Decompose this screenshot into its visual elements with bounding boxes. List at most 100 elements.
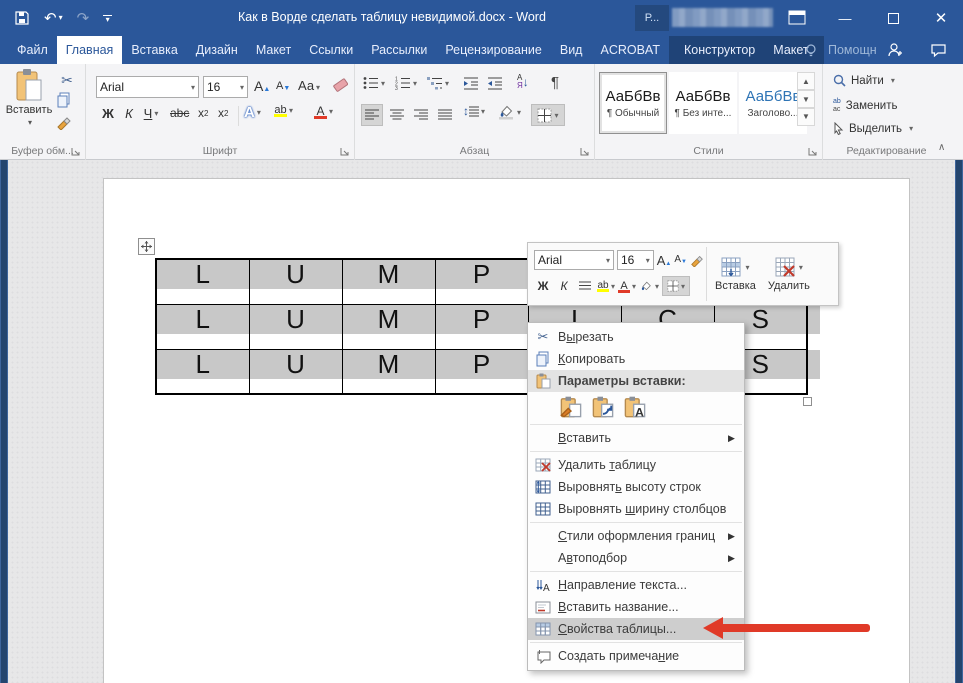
menu-item-удалить-таблицу[interactable]: Удалить таблицу [528, 454, 744, 476]
mini-highlight-button[interactable]: ab▾ [597, 276, 615, 296]
menu-item-вставить[interactable]: Вставить▶ [528, 427, 744, 449]
close-button[interactable]: ✕ [919, 0, 963, 36]
superscript-button[interactable]: x2 [218, 106, 228, 120]
customize-qat-button[interactable]: ▾ [103, 15, 112, 22]
borders-button[interactable]: ▾ [531, 104, 565, 126]
tab-рассылки[interactable]: Рассылки [362, 36, 436, 64]
tab-ссылки[interactable]: Ссылки [300, 36, 362, 64]
collapse-ribbon-icon[interactable]: ∧ [938, 142, 945, 153]
numbering-button[interactable]: 123▾ [395, 76, 417, 90]
font-color-button[interactable]: А▾ [314, 104, 333, 119]
shrink-font-button[interactable]: А▼ [276, 81, 290, 92]
sort-button[interactable]: АЯ↓ [517, 74, 529, 90]
tab-вставка[interactable]: Вставка [122, 36, 186, 64]
tab-главная[interactable]: Главная [57, 36, 123, 64]
justify-button[interactable] [434, 104, 456, 126]
paste-merge-formatting-icon[interactable] [590, 394, 616, 420]
comments-icon[interactable] [925, 36, 951, 64]
align-center-button[interactable] [386, 104, 408, 126]
minimize-button[interactable]: — [823, 0, 867, 36]
mini-font-color-button[interactable]: А▾ [618, 276, 636, 296]
shading-button[interactable]: ▾ [497, 104, 521, 120]
grow-font-button[interactable]: А▲ [254, 79, 270, 93]
clipboard-dialog-launcher[interactable] [71, 147, 81, 157]
undo-button[interactable]: ↶▾ [44, 11, 63, 26]
menu-item-копировать[interactable]: Копировать [528, 348, 744, 370]
table-cell[interactable]: P [435, 259, 528, 304]
find-button[interactable]: Найти▾ [833, 74, 895, 87]
save-icon[interactable] [14, 10, 30, 26]
table-cell[interactable]: U [249, 349, 342, 394]
menu-item-стили-оформления-границ[interactable]: Стили оформления границ▶ [528, 525, 744, 547]
ribbon-display-options-button[interactable] [775, 0, 819, 36]
multilevel-list-button[interactable]: ▾ [427, 76, 449, 90]
tab-макет[interactable]: Макет [247, 36, 300, 64]
font-dialog-launcher[interactable] [340, 147, 350, 157]
styles-scroll-up-icon[interactable]: ▲ [797, 72, 815, 90]
font-name-combo[interactable]: Arial▾ [96, 76, 199, 98]
tab-вид[interactable]: Вид [551, 36, 592, 64]
text-effects-button[interactable]: А▾ [244, 104, 261, 121]
paste-keep-text-icon[interactable]: A [622, 394, 648, 420]
tab-файл[interactable]: Файл [8, 36, 57, 64]
paste-keep-formatting-icon[interactable] [558, 394, 584, 420]
mini-italic-button[interactable]: К [555, 276, 573, 296]
highlight-color-button[interactable]: ab▾ [274, 104, 293, 117]
table-cell[interactable]: P [435, 349, 528, 394]
user-badge[interactable]: Р... [635, 5, 669, 31]
mini-borders-button[interactable]: ▾ [662, 276, 690, 296]
increase-indent-button[interactable] [487, 76, 503, 90]
mini-font-size-combo[interactable]: 16▾ [617, 250, 654, 270]
tab-конструктор[interactable]: Конструктор [675, 36, 764, 64]
table-cell[interactable]: M [342, 349, 435, 394]
styles-scroll-down-icon[interactable]: ▼ [797, 90, 815, 108]
table-cell[interactable]: L [156, 349, 249, 394]
mini-shading-button[interactable]: ▾ [639, 276, 659, 296]
table-cell[interactable]: M [342, 259, 435, 304]
styles-dialog-launcher[interactable] [808, 147, 818, 157]
show-marks-button[interactable]: ¶ [551, 74, 559, 91]
change-case-button[interactable]: Аа▾ [298, 79, 320, 92]
mini-delete-table-button[interactable]: ▾ Удалить [764, 247, 814, 301]
bullets-button[interactable]: ▾ [363, 76, 385, 90]
table-cell[interactable]: M [342, 304, 435, 349]
styles-gallery-scroll[interactable]: ▲ ▼ ▼ [797, 72, 815, 126]
menu-item-вставить-название-[interactable]: Вставить название... [528, 596, 744, 618]
maximize-button[interactable] [871, 0, 915, 36]
strikethrough-button[interactable]: abc [170, 106, 189, 120]
mini-grow-font-button[interactable]: А▲ [657, 254, 672, 267]
table-cell[interactable]: U [249, 304, 342, 349]
mini-font-name-combo[interactable]: Arial▾ [534, 250, 614, 270]
table-move-handle[interactable] [138, 238, 155, 255]
mini-format-painter-button[interactable] [690, 253, 704, 267]
italic-button[interactable]: К [120, 106, 138, 121]
menu-item-выровнять-высоту-строк[interactable]: Выровнять высоту строк [528, 476, 744, 498]
table-cell[interactable]: P [435, 304, 528, 349]
underline-button[interactable]: Ч▾ [138, 106, 164, 121]
mini-align-button[interactable] [576, 276, 594, 296]
line-spacing-button[interactable]: ↕▾ [463, 104, 485, 118]
tab-дизайн[interactable]: Дизайн [187, 36, 247, 64]
redo-button[interactable]: ↷ [77, 11, 90, 26]
menu-item-направление-текста-[interactable]: АНаправление текста... [528, 574, 744, 596]
cut-button[interactable]: ✂ [56, 70, 78, 90]
menu-item-вырезать[interactable]: ✂Вырезать [528, 326, 744, 348]
menu-item-автоподбор[interactable]: Автоподбор▶ [528, 547, 744, 569]
align-left-button[interactable] [361, 104, 383, 126]
replace-button[interactable]: abac Заменить [833, 98, 897, 113]
table-cell[interactable]: L [156, 304, 249, 349]
menu-paste-options-header[interactable]: Параметры вставки: [528, 370, 744, 392]
align-right-button[interactable] [410, 104, 432, 126]
font-size-combo[interactable]: 16▾ [203, 76, 248, 98]
mini-insert-table-button[interactable]: ▾ Вставка [711, 247, 760, 301]
mini-bold-button[interactable]: Ж [534, 276, 552, 296]
menu-item-выровнять-ширину-столбцов[interactable]: Выровнять ширину столбцов [528, 498, 744, 520]
format-painter-button[interactable] [56, 114, 72, 130]
tab-acrobat[interactable]: ACROBAT [591, 36, 669, 64]
table-cell[interactable]: U [249, 259, 342, 304]
paste-button[interactable]: Вставить ▾ [6, 68, 52, 146]
menu-item-создать-примечание[interactable]: Создать примечание [528, 645, 744, 667]
table-resize-handle[interactable] [803, 397, 812, 406]
decrease-indent-button[interactable] [463, 76, 479, 90]
style-card-normal[interactable]: АаБбВв¶ Обычный [599, 72, 667, 134]
